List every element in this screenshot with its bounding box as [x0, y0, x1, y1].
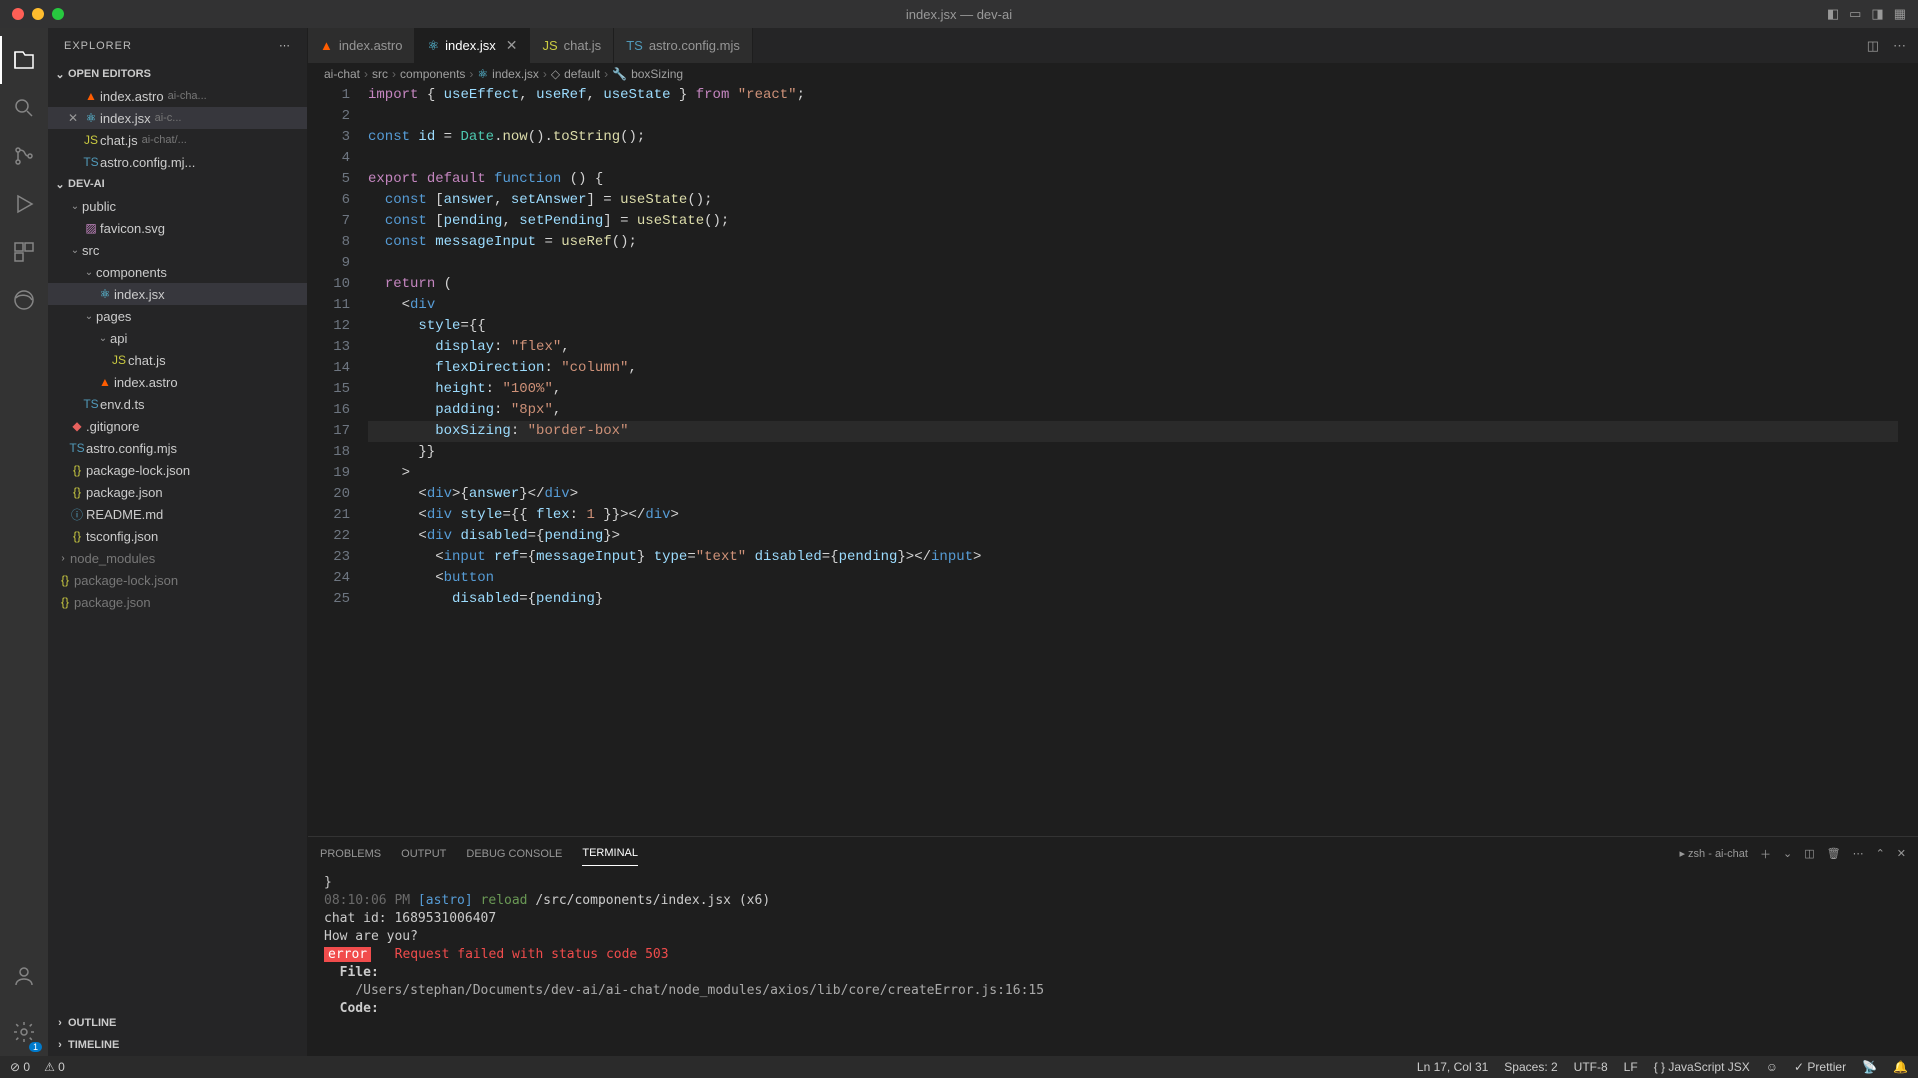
sidebar-title: EXPLORER [64, 40, 132, 52]
terminal[interactable]: } 08:10:06 PM [astro] reload /src/compon… [308, 870, 1918, 1056]
settings-badge: 1 [29, 1042, 42, 1052]
explorer-activity[interactable] [0, 36, 48, 84]
settings-activity[interactable]: 1 [0, 1008, 48, 1056]
activity-bar: 1 [0, 28, 48, 1056]
close-tab-icon[interactable]: ✕ [506, 37, 518, 54]
project-section[interactable]: ⌄DEV-AI [48, 173, 307, 195]
status-eol[interactable]: LF [1624, 1060, 1638, 1074]
layout-right-icon[interactable]: ◨ [1871, 6, 1883, 22]
file-favicon[interactable]: ▨favicon.svg [48, 217, 307, 239]
tab-indexastro[interactable]: ▲index.astro [308, 28, 415, 63]
file-readme[interactable]: ⓘREADME.md [48, 503, 307, 525]
status-bar: ⊘ 0 ⚠ 0 Ln 17, Col 31 Spaces: 2 UTF-8 LF… [0, 1056, 1918, 1078]
minimize-window-button[interactable] [32, 8, 44, 20]
panel-tab-terminal[interactable]: TERMINAL [582, 841, 638, 866]
open-editors-section[interactable]: ⌄OPEN EDITORS [48, 63, 307, 85]
status-errors[interactable]: ⊘ 0 [10, 1060, 30, 1074]
maximize-panel-icon[interactable]: ⌃ [1876, 847, 1885, 860]
extensions-activity[interactable] [0, 228, 48, 276]
sidebar-more-icon[interactable]: ⋯ [279, 39, 291, 52]
folder-components[interactable]: ⌄components [48, 261, 307, 283]
file-indexjsx[interactable]: ⚛index.jsx [48, 283, 307, 305]
explorer-sidebar: EXPLORER ⋯ ⌄OPEN EDITORS ▲ index.astro a… [48, 28, 308, 1056]
search-activity[interactable] [0, 84, 48, 132]
maximize-window-button[interactable] [52, 8, 64, 20]
open-editor-item[interactable]: JS chat.js ai-chat/... [48, 129, 307, 151]
terminal-shell-label[interactable]: ▸ zsh - ai-chat [1679, 847, 1748, 860]
folder-nodemodules[interactable]: ›node_modules [48, 547, 307, 569]
folder-src[interactable]: ⌄src [48, 239, 307, 261]
terminal-dropdown-icon[interactable]: ⌄ [1783, 847, 1792, 860]
status-spaces[interactable]: Spaces: 2 [1504, 1060, 1557, 1074]
file-gitignore[interactable]: ◆.gitignore [48, 415, 307, 437]
new-terminal-icon[interactable]: ＋ [1760, 846, 1771, 862]
bottom-panel: PROBLEMS OUTPUT DEBUG CONSOLE TERMINAL ▸… [308, 836, 1918, 1056]
accounts-activity[interactable] [0, 952, 48, 1000]
file-envdts[interactable]: TSenv.d.ts [48, 393, 307, 415]
kill-terminal-icon[interactable]: 🗑 [1827, 847, 1841, 860]
status-feedback-icon[interactable]: 📡 [1862, 1060, 1877, 1074]
file-chatjs[interactable]: JSchat.js [48, 349, 307, 371]
split-terminal-icon[interactable]: ◫ [1804, 847, 1814, 860]
status-warnings[interactable]: ⚠ 0 [44, 1060, 65, 1074]
status-cursor[interactable]: Ln 17, Col 31 [1417, 1060, 1488, 1074]
file-tsconfig[interactable]: {}tsconfig.json [48, 525, 307, 547]
window-title: index.jsx — dev-ai [906, 7, 1012, 22]
edge-activity[interactable] [0, 276, 48, 324]
tab-chatjs[interactable]: JSchat.js [530, 28, 614, 63]
outline-section[interactable]: ›OUTLINE [48, 1012, 307, 1034]
status-language[interactable]: { } JavaScript JSX [1654, 1060, 1750, 1074]
code-content[interactable]: import { useEffect, useRef, useState } f… [368, 85, 1898, 836]
layout-side-icon[interactable]: ◧ [1827, 6, 1839, 22]
layout-bottom-icon[interactable]: ▭ [1849, 6, 1861, 22]
open-editor-item[interactable]: ▲ index.astro ai-cha... [48, 85, 307, 107]
status-prettier[interactable]: ✓ Prettier [1794, 1060, 1846, 1074]
folder-pages[interactable]: ⌄pages [48, 305, 307, 327]
status-copilot-icon[interactable]: ☺ [1766, 1060, 1778, 1074]
tab-astroconfig[interactable]: TSastro.config.mjs [614, 28, 753, 63]
open-editor-item[interactable]: TS astro.config.mj... [48, 151, 307, 173]
close-window-button[interactable] [12, 8, 24, 20]
breadcrumbs[interactable]: ai-chat› src› components› ⚛index.jsx› ◇d… [308, 63, 1918, 85]
tab-indexjsx[interactable]: ⚛index.jsx✕ [415, 28, 530, 63]
folder-public[interactable]: ⌄public [48, 195, 307, 217]
status-encoding[interactable]: UTF-8 [1574, 1060, 1608, 1074]
file-package[interactable]: {}package.json [48, 481, 307, 503]
status-bell-icon[interactable]: 🔔 [1893, 1060, 1908, 1074]
panel-tab-debug[interactable]: DEBUG CONSOLE [466, 842, 562, 866]
file-astroconfig[interactable]: TSastro.config.mjs [48, 437, 307, 459]
file-packagelock[interactable]: {}package-lock.json [48, 459, 307, 481]
terminal-more-icon[interactable]: ⋯ [1853, 847, 1864, 860]
more-actions-icon[interactable]: ⋯ [1893, 38, 1906, 54]
timeline-section[interactable]: ›TIMELINE [48, 1034, 307, 1056]
run-debug-activity[interactable] [0, 180, 48, 228]
minimap[interactable] [1898, 85, 1918, 836]
editor-area: ▲index.astro ⚛index.jsx✕ JSchat.js TSast… [308, 28, 1918, 1056]
layout-grid-icon[interactable]: ▦ [1894, 6, 1906, 22]
panel-tab-problems[interactable]: PROBLEMS [320, 842, 381, 866]
file-package2[interactable]: {}package.json [48, 591, 307, 613]
open-editor-item[interactable]: ✕⚛ index.jsx ai-c... [48, 107, 307, 129]
line-gutter: 1234567891011121314151617181920212223242… [308, 85, 368, 836]
code-editor[interactable]: 1234567891011121314151617181920212223242… [308, 85, 1918, 836]
panel-tab-output[interactable]: OUTPUT [401, 842, 446, 866]
folder-api[interactable]: ⌄api [48, 327, 307, 349]
close-panel-icon[interactable]: ✕ [1897, 847, 1906, 860]
editor-tabs: ▲index.astro ⚛index.jsx✕ JSchat.js TSast… [308, 28, 1918, 63]
titlebar: index.jsx — dev-ai ◧ ▭ ◨ ▦ [0, 0, 1918, 28]
file-indexastro[interactable]: ▲index.astro [48, 371, 307, 393]
split-editor-icon[interactable]: ◫ [1867, 38, 1879, 54]
close-editor-icon[interactable]: ✕ [68, 111, 82, 125]
file-packagelock2[interactable]: {}package-lock.json [48, 569, 307, 591]
source-control-activity[interactable] [0, 132, 48, 180]
